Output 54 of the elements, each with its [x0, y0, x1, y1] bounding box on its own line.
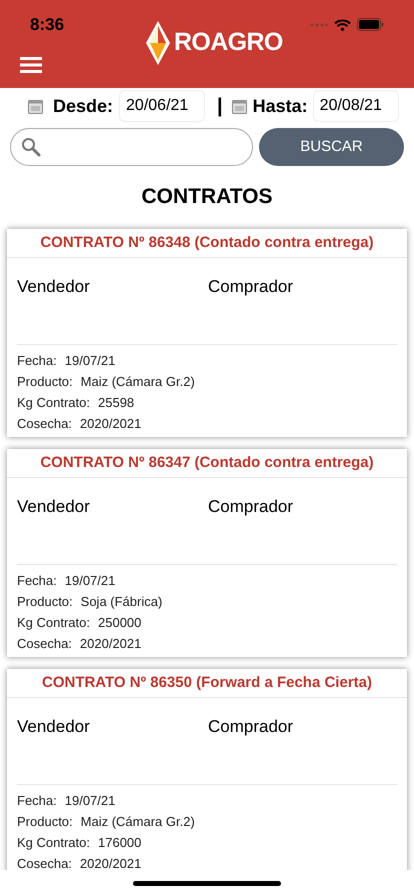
- seller-label: Vendedor: [17, 496, 91, 518]
- detail-value: 2020/2021: [80, 854, 142, 870]
- detail-label: Fecha:: [17, 572, 57, 590]
- detail-value: 2020/2021: [80, 634, 142, 653]
- separator: |: [217, 94, 223, 119]
- contract-title: CONTRATO Nº 86348 (Contado contra entrega): [40, 234, 374, 250]
- buyer-label: Comprador: [207, 276, 294, 298]
- search-field[interactable]: [10, 128, 253, 166]
- status-time: 8:36: [30, 14, 64, 36]
- from-date-field[interactable]: 20/06/21: [119, 90, 206, 122]
- detail-value: 19/07/21: [64, 352, 116, 370]
- detail-label: Fecha:: [17, 352, 57, 370]
- wifi-icon: [334, 18, 351, 31]
- detail-label: Kg Contrato:: [17, 834, 90, 852]
- contract-title: CONTRATO Nº 86350 (Forward a Fecha Cierta): [42, 674, 372, 690]
- menu-icon[interactable]: [20, 57, 42, 73]
- detail-value: Maiz (Cámara Gr.2): [80, 812, 195, 831]
- contract-card[interactable]: CONTRATO Nº 86350 (Forward a Fecha Cierta) Vendedor Comprador Fecha: 19/07/21 Producto: Maiz (Cámara Gr.2) Kg Contrato: 176000 Cosecha: 2020/2021: [7, 668, 407, 870]
- detail-value: 250000: [98, 614, 142, 632]
- logo-text: ROAGRO: [174, 27, 283, 58]
- detail-label: Producto:: [17, 592, 73, 611]
- detail-value: Soja (Fábrica): [80, 592, 162, 611]
- detail-label: Producto:: [17, 812, 73, 831]
- detail-value: 176000: [98, 834, 142, 852]
- seller-label: Vendedor: [17, 276, 91, 298]
- calendar-icon: [28, 98, 43, 114]
- detail-value: 2020/2021: [80, 414, 142, 433]
- detail-label: Cosecha:: [17, 634, 72, 653]
- detail-label: Kg Contrato:: [17, 614, 90, 632]
- signal-icon: [310, 22, 328, 28]
- page-title: CONTRATOS: [140, 184, 274, 210]
- to-label: Hasta:: [252, 94, 308, 118]
- search-button[interactable]: BUSCAR: [259, 128, 404, 166]
- detail-value: 25598: [98, 394, 134, 412]
- to-date-field[interactable]: 20/08/21: [312, 90, 399, 122]
- contract-card[interactable]: CONTRATO Nº 86347 (Contado contra entrega) Vendedor Comprador Fecha: 19/07/21 Producto: Soja (Fábrica) Kg Contrato: 250000 Cosecha: 2020/2021: [7, 448, 407, 656]
- from-label: Desde:: [53, 94, 114, 118]
- detail-label: Kg Contrato:: [17, 394, 90, 412]
- search-icon: [21, 137, 41, 157]
- detail-value: Maiz (Cámara Gr.2): [80, 372, 195, 391]
- contract-card[interactable]: CONTRATO Nº 86348 (Contado contra entrega) Vendedor Comprador Fecha: 19/07/21 Producto: Maiz (Cámara Gr.2) Kg Contrato: 25598 Cosecha: 2020/2021: [7, 228, 407, 436]
- detail-label: Producto:: [17, 372, 73, 391]
- buyer-label: Comprador: [207, 716, 294, 738]
- buyer-label: Comprador: [207, 496, 294, 518]
- logo-icon: [145, 20, 171, 66]
- detail-label: Fecha:: [17, 792, 57, 810]
- battery-icon: [357, 18, 384, 32]
- calendar-icon: [232, 98, 247, 114]
- contract-title: CONTRATO Nº 86347 (Contado contra entrega): [40, 454, 374, 470]
- detail-value: 19/07/21: [64, 572, 116, 590]
- detail-label: Cosecha:: [17, 414, 72, 433]
- detail-value: 19/07/21: [64, 792, 116, 810]
- seller-label: Vendedor: [17, 716, 91, 738]
- detail-label: Cosecha:: [17, 854, 72, 870]
